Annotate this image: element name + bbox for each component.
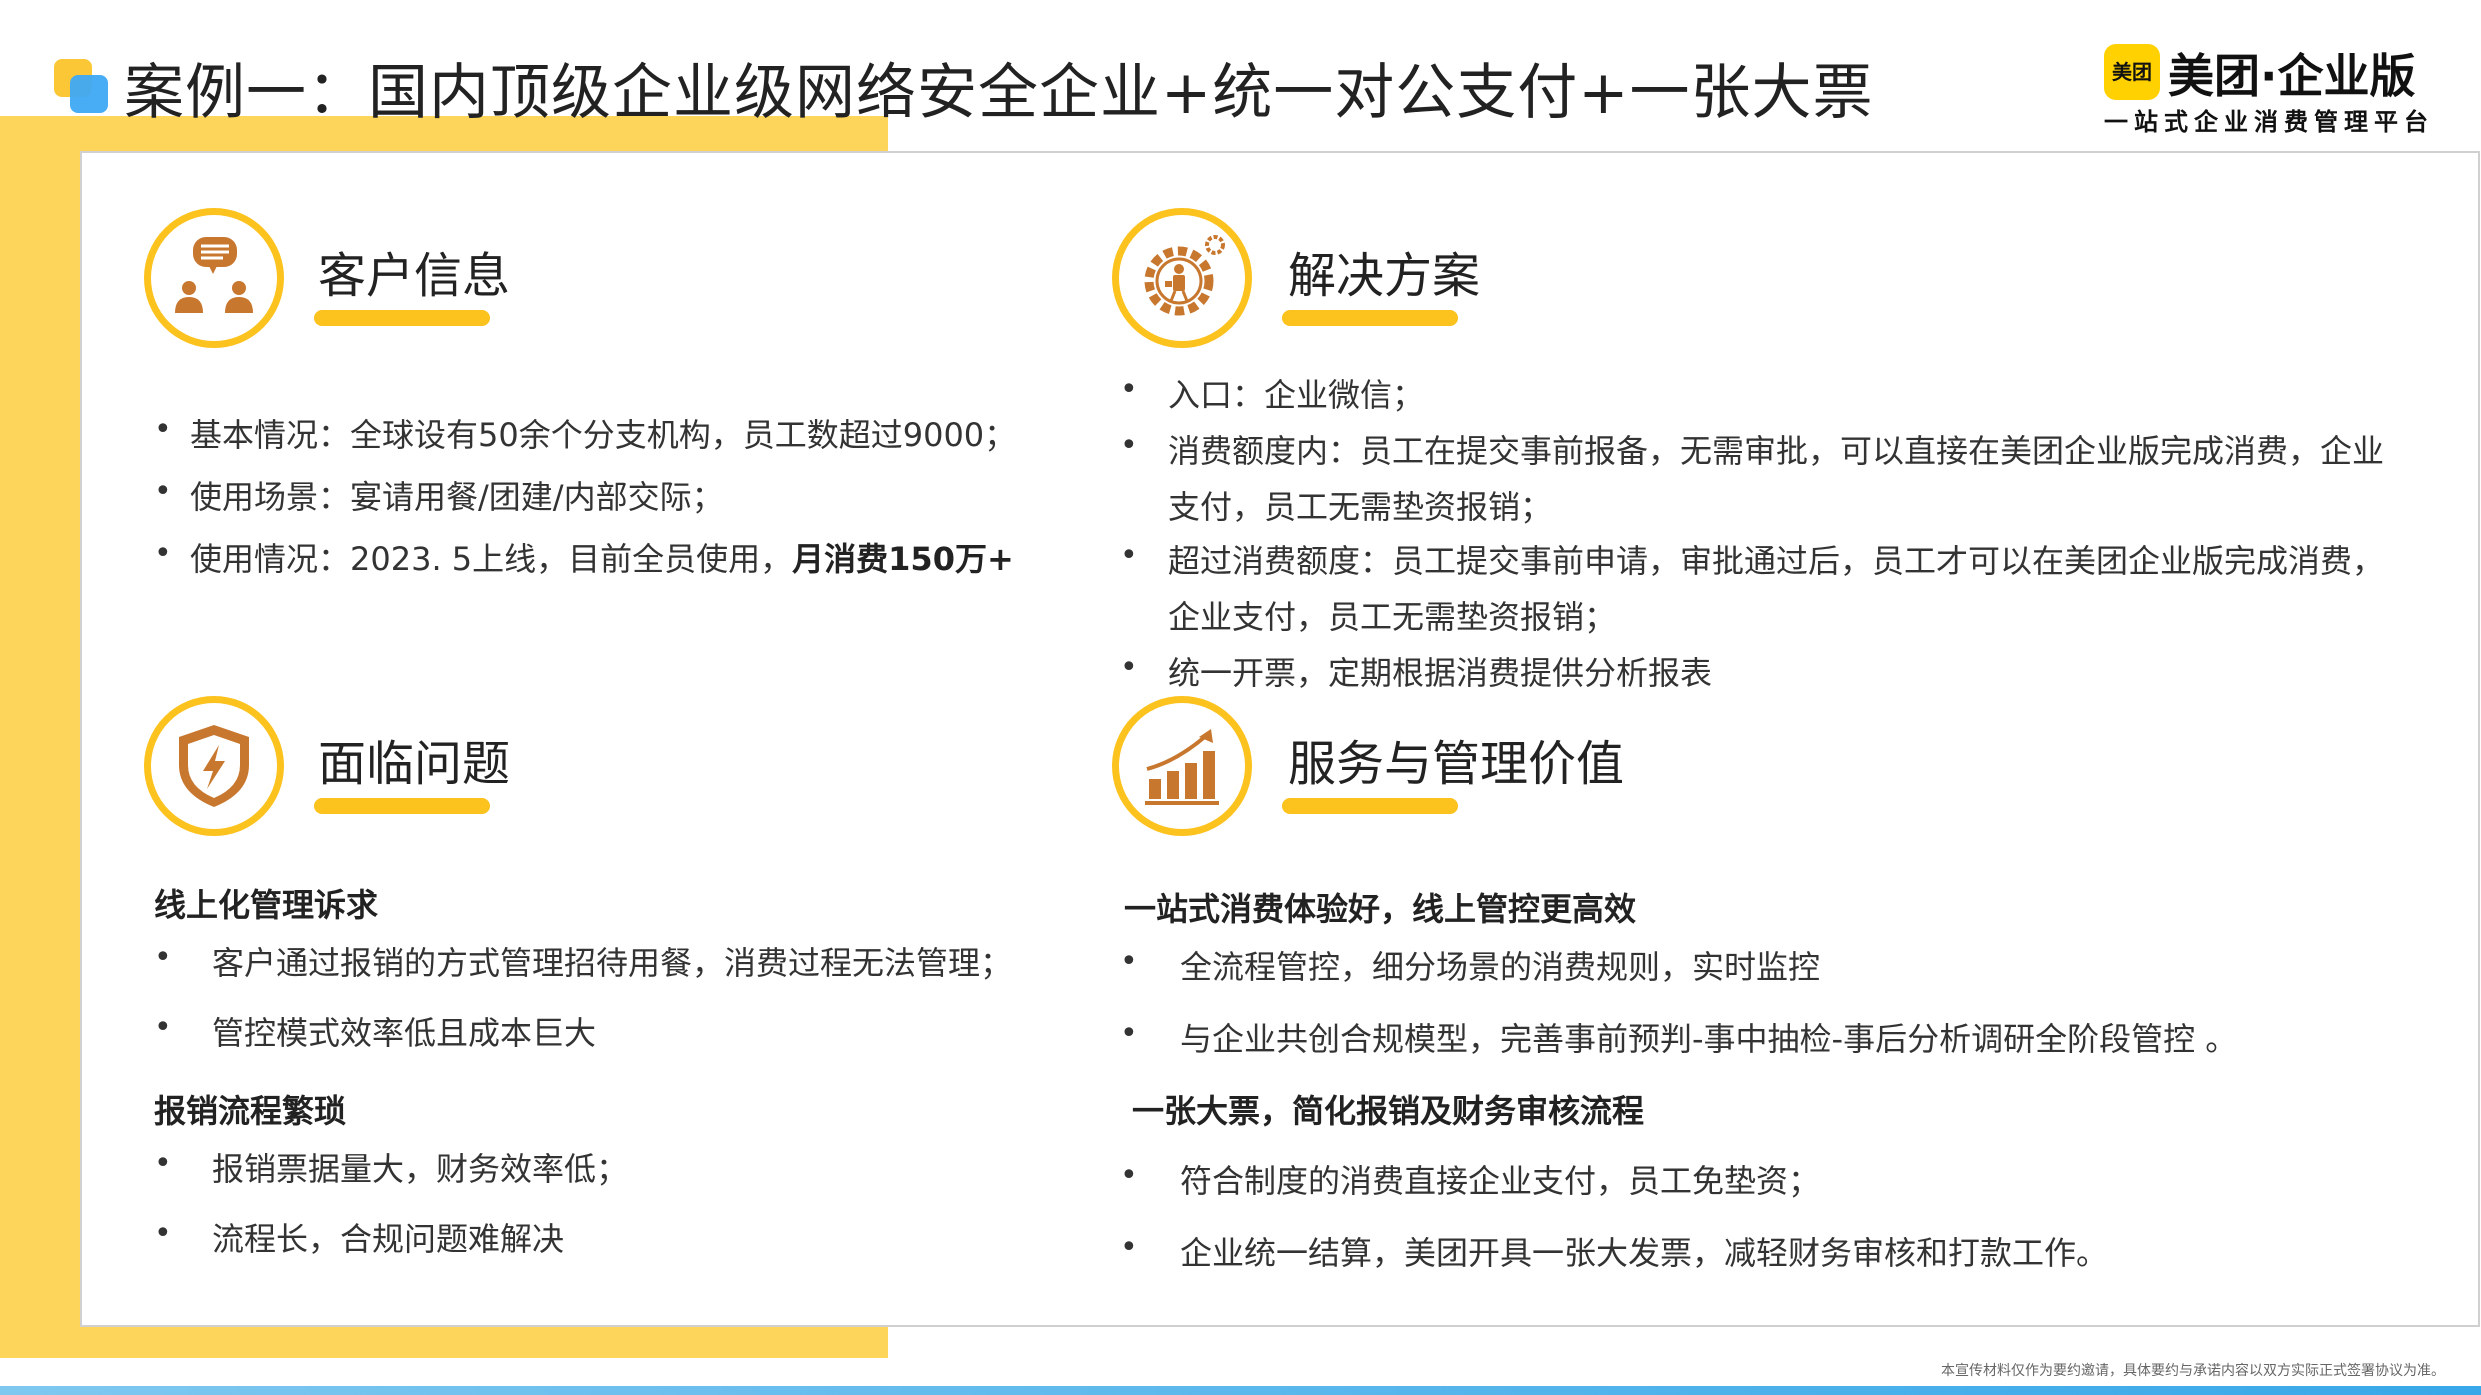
bullet: • <box>1120 1016 1138 1051</box>
disclaimer-footnote: 本宣传材料仅作为要约邀请，具体要约与承诺内容以双方实际正式签署协议为准。 <box>1941 1363 2445 1379</box>
problems-group2-title: 报销流程繁琐 <box>154 1092 347 1130</box>
value-group2-item-2: 企业统一结算，美团开具一张大发票，减轻财务审核和打款工作。 <box>1180 1234 2109 1272</box>
value-group1-title: 一站式消费体验好，线上管控更高效 <box>1124 890 1637 928</box>
page-title: 案例一：国内顶级企业级网络安全企业+统一对公支付+一张大票 <box>124 58 1874 128</box>
bullet: • <box>154 940 172 975</box>
solution-item-1: 入口：企业微信； <box>1168 376 1425 414</box>
bullet: • <box>154 536 172 571</box>
solution-item-2-cont: 支付，员工无需垫资报销； <box>1168 488 1553 526</box>
shield-lightning-icon <box>144 696 284 836</box>
bullet: • <box>154 1216 172 1251</box>
bullet: • <box>1120 1158 1138 1193</box>
customer-item-1: 基本情况：全球设有50余个分支机构，员工数超过9000； <box>190 416 1017 454</box>
value-group2-title: 一张大票，简化报销及财务审核流程 <box>1132 1092 1645 1130</box>
section-underline <box>314 798 490 814</box>
solution-item-3: 超过消费额度：员工提交事前申请，审批通过后，员工才可以在美团企业版完成消费， <box>1168 542 2385 580</box>
section-underline <box>1282 798 1458 814</box>
bullet: • <box>1120 538 1138 573</box>
value-group1-item-2: 与企业共创合规模型，完善事前预判-事中抽检-事后分析调研全阶段管控 。 <box>1180 1020 2238 1058</box>
bar-chart-growth-icon <box>1112 696 1252 836</box>
section-title-problems: 面临问题 <box>318 736 511 792</box>
problems-group1-item-2: 管控模式效率低且成本巨大 <box>212 1014 597 1052</box>
bullet: • <box>1120 1230 1138 1265</box>
chat-people-icon <box>144 208 284 348</box>
section-underline <box>1282 310 1458 326</box>
logo-tagline: 一站式企业消费管理平台 <box>2104 108 2434 136</box>
problems-group1-item-1: 客户通过报销的方式管理招待用餐，消费过程无法管理； <box>212 944 1013 982</box>
value-group1-item-1: 全流程管控，细分场景的消费规则，实时监控 <box>1180 948 1821 986</box>
section-title-solution: 解决方案 <box>1288 248 1481 304</box>
bullet: • <box>1120 650 1138 685</box>
bullet: • <box>1120 372 1138 407</box>
bottom-accent-line <box>0 1386 2481 1395</box>
customer-item-3-text: 使用情况：2023. 5上线，目前全员使用， <box>190 540 793 578</box>
bullet: • <box>154 1010 172 1045</box>
monthly-spend-highlight: 月消费150万+ <box>792 540 1014 578</box>
solution-item-4: 统一开票，定期根据消费提供分析报表 <box>1168 654 1713 692</box>
problems-group1-title: 线上化管理诉求 <box>154 886 379 924</box>
brand-logo: 美团 美团·企业版 一站式企业消费管理平台 <box>2104 40 2428 140</box>
bullet: • <box>154 1146 172 1181</box>
problems-group2-item-2: 流程长，合规问题难解决 <box>212 1220 565 1258</box>
gear-person-icon <box>1112 208 1252 348</box>
logo-name: 美团·企业版 <box>2168 49 2416 103</box>
solution-item-2: 消费额度内：员工在提交事前报备，无需审批，可以直接在美团企业版完成消费，企业 <box>1168 432 2385 470</box>
bullet: • <box>1120 428 1138 463</box>
logo-badge: 美团 <box>2104 44 2160 100</box>
value-group2-item-1: 符合制度的消费直接企业支付，员工免垫资； <box>1180 1162 1821 1200</box>
section-title-customer: 客户信息 <box>318 248 511 304</box>
problems-group2-item-1: 报销票据量大，财务效率低； <box>212 1150 629 1188</box>
section-underline <box>314 310 490 326</box>
title-squares-icon <box>54 59 108 113</box>
bullet: • <box>1120 944 1138 979</box>
bullet: • <box>154 474 172 509</box>
bullet: • <box>154 412 172 447</box>
customer-item-2: 使用场景：宴请用餐/团建/内部交际； <box>190 478 724 516</box>
section-title-value: 服务与管理价值 <box>1288 736 1625 792</box>
solution-item-3-cont: 企业支付，员工无需垫资报销； <box>1168 598 1617 636</box>
customer-item-3: 使用情况：2023. 5上线，目前全员使用，月消费150万+ <box>190 534 1014 580</box>
